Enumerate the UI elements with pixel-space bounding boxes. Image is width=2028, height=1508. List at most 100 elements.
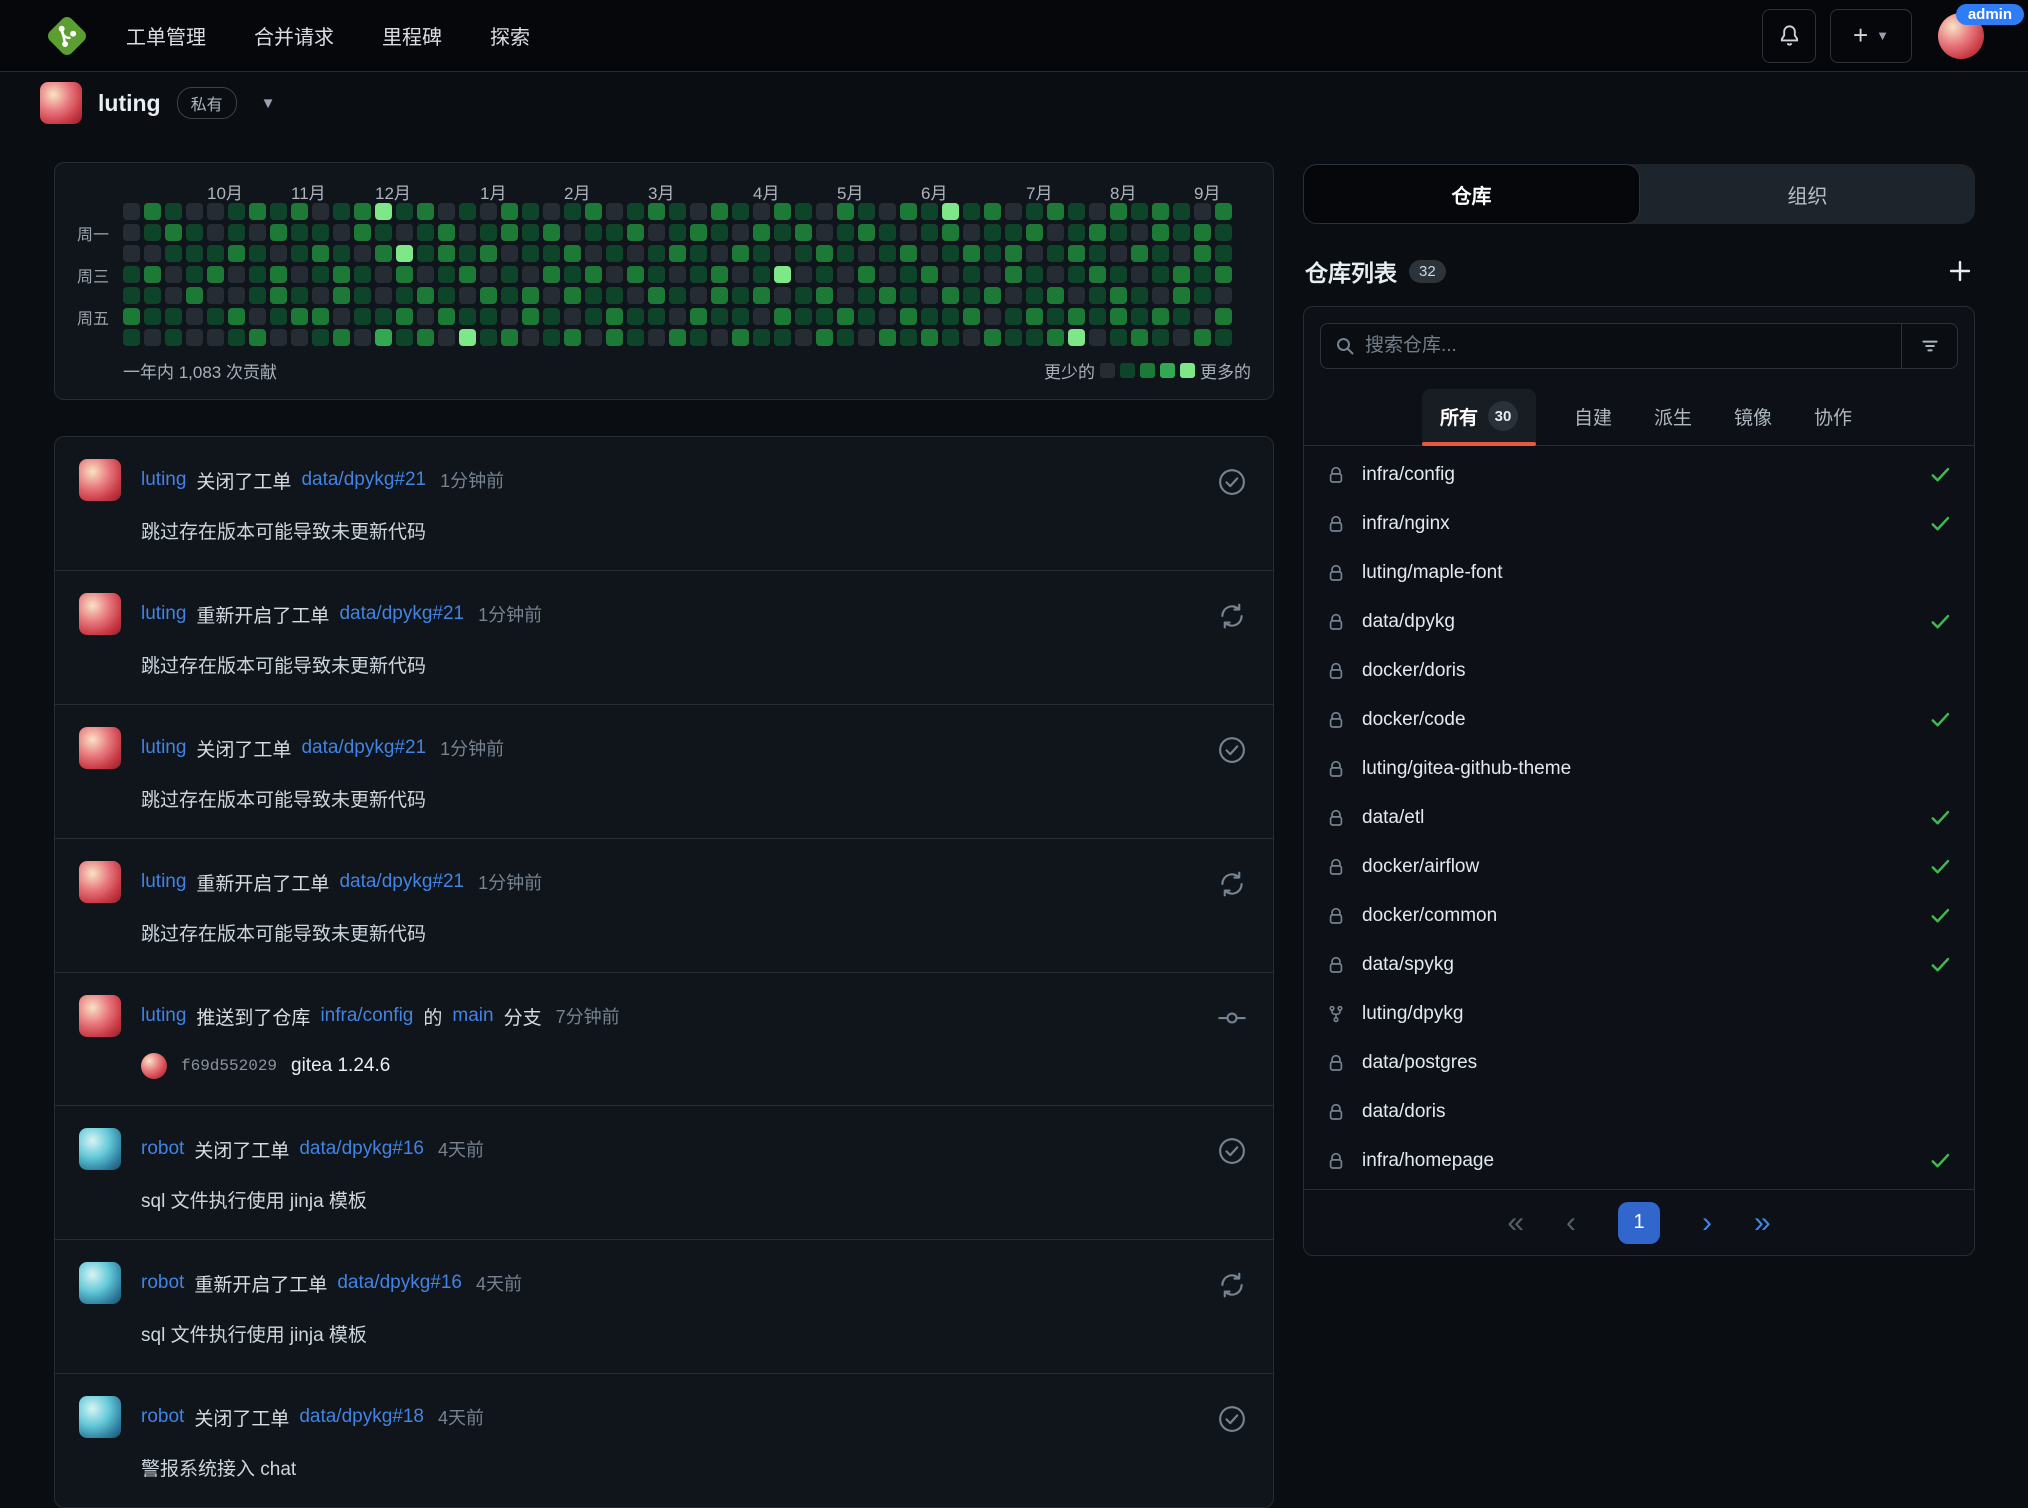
next-page-button[interactable]: ›	[1702, 1208, 1712, 1238]
repo-filter-所有[interactable]: 所有30	[1422, 389, 1536, 445]
repo-row[interactable]: data/doris	[1304, 1087, 1974, 1136]
repo-name-link[interactable]: data/dpykg	[1362, 611, 1455, 633]
repo-filter-派生[interactable]: 派生	[1650, 389, 1696, 445]
nav-item-里程碑[interactable]: 里程碑	[382, 21, 442, 50]
repo-name-link[interactable]: luting/gitea-github-theme	[1362, 758, 1571, 780]
user-avatar[interactable]	[79, 995, 121, 1037]
user-menu[interactable]: admin	[1938, 13, 1984, 59]
first-page-button[interactable]: «	[1507, 1208, 1524, 1238]
user-avatar[interactable]	[79, 861, 121, 903]
repo-name-link[interactable]: luting/dpykg	[1362, 1003, 1463, 1025]
profile-username[interactable]: luting	[98, 90, 161, 117]
repo-row[interactable]: infra/nginx	[1304, 499, 1974, 548]
repo-row[interactable]: data/etl	[1304, 793, 1974, 842]
repo-row[interactable]: docker/common	[1304, 891, 1974, 940]
heatmap-cell	[1068, 203, 1085, 220]
repo-row[interactable]: docker/doris	[1304, 646, 1974, 695]
repo-name-link[interactable]: docker/code	[1362, 709, 1466, 731]
last-page-button[interactable]: »	[1754, 1208, 1771, 1238]
new-repo-button[interactable]	[1947, 258, 1973, 284]
heatmap-cell	[900, 245, 917, 262]
repo-row[interactable]: luting/maple-font	[1304, 548, 1974, 597]
heatmap-cell	[879, 266, 896, 283]
repo-search-input[interactable]	[1365, 335, 1901, 357]
nav-item-工单管理[interactable]: 工单管理	[126, 21, 206, 50]
heatmap-month-label: 11月	[291, 179, 371, 204]
nav-item-合并请求[interactable]: 合并请求	[254, 21, 334, 50]
create-new-button[interactable]: + ▼	[1830, 9, 1912, 63]
feed-repo-link[interactable]: data/dpykg#21	[339, 603, 464, 625]
user-avatar[interactable]	[79, 1128, 121, 1170]
repo-row[interactable]: data/dpykg	[1304, 597, 1974, 646]
repo-name-link[interactable]: data/postgres	[1362, 1052, 1477, 1074]
notifications-button[interactable]	[1762, 9, 1816, 63]
user-avatar[interactable]	[79, 459, 121, 501]
feed-repo-link[interactable]: data/dpykg#21	[301, 469, 426, 491]
feed-user-link[interactable]: luting	[141, 871, 186, 893]
feed-user-link[interactable]: robot	[141, 1406, 184, 1428]
feed-repo-link[interactable]: data/dpykg#21	[301, 737, 426, 759]
repo-name-link[interactable]: data/etl	[1362, 807, 1424, 829]
repo-filter-协作[interactable]: 协作	[1810, 389, 1856, 445]
profile-avatar[interactable]	[40, 82, 82, 124]
prev-page-button[interactable]: ‹	[1566, 1208, 1576, 1238]
user-avatar[interactable]	[79, 593, 121, 635]
feed-repo-link[interactable]: infra/config	[320, 1005, 413, 1027]
feed-user-link[interactable]: luting	[141, 1005, 186, 1027]
nav-item-探索[interactable]: 探索	[490, 21, 530, 50]
gitea-logo[interactable]	[44, 13, 90, 59]
feed-item: robot关闭了工单data/dpykg#184天前警报系统接入 chat	[55, 1374, 1273, 1507]
heatmap-cell	[1005, 245, 1022, 262]
heatmap-cell	[795, 308, 812, 325]
repo-name-link[interactable]: docker/doris	[1362, 660, 1466, 682]
repo-name-link[interactable]: data/doris	[1362, 1101, 1445, 1123]
repo-row[interactable]: docker/code	[1304, 695, 1974, 744]
user-avatar[interactable]	[79, 1262, 121, 1304]
feed-user-link[interactable]: luting	[141, 603, 186, 625]
heatmap-cell	[1005, 203, 1022, 220]
user-avatar[interactable]	[79, 727, 121, 769]
tab-仓库[interactable]: 仓库	[1303, 164, 1640, 224]
feed-item-body: 跳过存在版本可能导致未更新代码	[141, 785, 1249, 812]
repo-filter-镜像[interactable]: 镜像	[1730, 389, 1776, 445]
feed-repo-link[interactable]: data/dpykg#16	[299, 1138, 424, 1160]
heatmap-cell	[165, 266, 182, 283]
repo-name-link[interactable]: infra/config	[1362, 464, 1455, 486]
feed-user-link[interactable]: robot	[141, 1138, 184, 1160]
heatmap-cell	[606, 224, 623, 241]
repo-row[interactable]: data/postgres	[1304, 1038, 1974, 1087]
repo-name-link[interactable]: data/spykg	[1362, 954, 1454, 976]
lock-icon	[1326, 1053, 1346, 1073]
repo-name-link[interactable]: docker/airflow	[1362, 856, 1479, 878]
profile-dropdown-caret[interactable]: ▼	[261, 95, 276, 112]
repo-filter-button[interactable]	[1901, 324, 1957, 368]
feed-user-link[interactable]: robot	[141, 1272, 184, 1294]
repo-row[interactable]: data/spykg	[1304, 940, 1974, 989]
repo-name-link[interactable]: luting/maple-font	[1362, 562, 1502, 584]
heatmap-cell	[837, 245, 854, 262]
repo-row[interactable]: docker/airflow	[1304, 842, 1974, 891]
commit-sha-link[interactable]: f69d552029	[181, 1057, 277, 1075]
feed-repo-link[interactable]: data/dpykg#21	[339, 871, 464, 893]
heatmap-cell	[375, 287, 392, 304]
feed-repo-link[interactable]: data/dpykg#18	[299, 1406, 424, 1428]
current-page-button[interactable]: 1	[1618, 1202, 1660, 1244]
feed-branch-link[interactable]: main	[452, 1005, 493, 1027]
heatmap-cell	[375, 266, 392, 283]
repo-row[interactable]: luting/gitea-github-theme	[1304, 744, 1974, 793]
tab-组织[interactable]: 组织	[1640, 164, 1975, 224]
feed-repo-link[interactable]: data/dpykg#16	[337, 1272, 462, 1294]
repo-name-link[interactable]: infra/homepage	[1362, 1150, 1494, 1172]
repo-row[interactable]: infra/config	[1304, 450, 1974, 499]
heatmap-cell	[774, 287, 791, 304]
repo-row[interactable]: infra/homepage	[1304, 1136, 1974, 1185]
repo-name-link[interactable]: infra/nginx	[1362, 513, 1450, 535]
heatmap-cell	[753, 329, 770, 346]
repo-filter-自建[interactable]: 自建	[1570, 389, 1616, 445]
feed-user-link[interactable]: luting	[141, 469, 186, 491]
heatmap-cell	[1152, 287, 1169, 304]
feed-user-link[interactable]: luting	[141, 737, 186, 759]
repo-name-link[interactable]: docker/common	[1362, 905, 1497, 927]
repo-row[interactable]: luting/dpykg	[1304, 989, 1974, 1038]
user-avatar[interactable]	[79, 1396, 121, 1438]
